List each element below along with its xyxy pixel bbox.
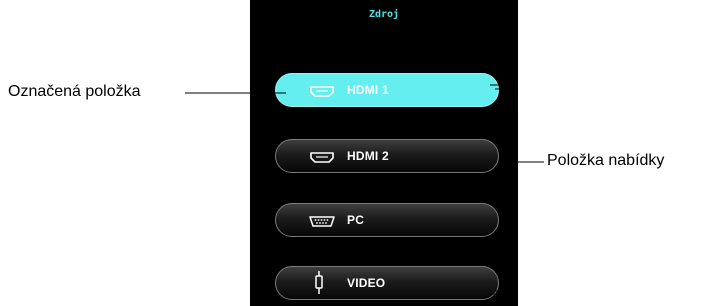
callout-selected-item: Označená položka xyxy=(8,83,141,100)
callout-menu-item: Položka nabídky xyxy=(547,152,665,169)
